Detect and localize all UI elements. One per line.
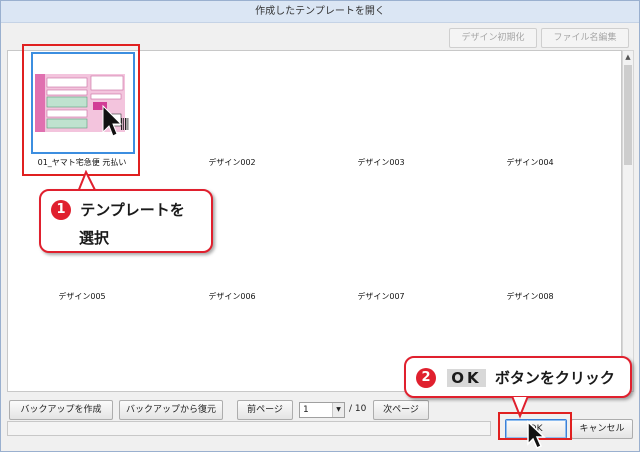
step2-text: ボタンをクリック bbox=[494, 369, 615, 387]
window-title: 作成したテンプレートを開く bbox=[1, 1, 639, 23]
design-init-button[interactable]: デザイン初期化 bbox=[449, 28, 537, 48]
step2-ok-label: OK bbox=[447, 368, 486, 387]
grid-scrollbar[interactable]: ▲ ▼ bbox=[622, 50, 634, 392]
template-label: デザイン002 bbox=[208, 158, 256, 167]
template-label: デザイン008 bbox=[506, 292, 554, 301]
step2-number: 2 bbox=[416, 367, 436, 388]
page-total: / 10 bbox=[349, 404, 367, 414]
file-name-edit-button[interactable]: ファイル名編集 bbox=[541, 28, 629, 48]
step1-line1: テンプレートを bbox=[80, 201, 185, 219]
page-select[interactable]: 1 ▼ bbox=[299, 402, 345, 418]
backup-restore-button[interactable]: バックアップから復元 bbox=[119, 400, 223, 420]
scroll-thumb[interactable] bbox=[624, 65, 632, 165]
next-page-button[interactable]: 次ページ bbox=[373, 400, 429, 420]
step1-callout: 1 テンプレートを 選択 bbox=[39, 189, 213, 253]
scroll-up-icon[interactable]: ▲ bbox=[623, 51, 633, 63]
mouse-pointer-icon bbox=[527, 420, 546, 450]
template-tile-03[interactable]: デザイン003 bbox=[307, 51, 455, 191]
step2-callout: 2 OK ボタンをクリック bbox=[404, 356, 632, 398]
template-label: デザイン005 bbox=[58, 292, 106, 301]
template-tile-04[interactable]: デザイン004 bbox=[456, 51, 604, 191]
page-select-value: 1 bbox=[303, 405, 309, 415]
template-tile-02[interactable]: デザイン002 bbox=[158, 51, 306, 191]
step1-number: 1 bbox=[51, 199, 71, 220]
template-label: デザイン004 bbox=[506, 158, 554, 167]
template-label: デザイン006 bbox=[208, 292, 256, 301]
template-label: デザイン003 bbox=[357, 158, 405, 167]
prev-page-button[interactable]: 前ページ bbox=[237, 400, 293, 420]
template-tile-07[interactable]: デザイン007 bbox=[307, 191, 455, 331]
cancel-button[interactable]: キャンセル bbox=[571, 419, 633, 439]
template-highlight-frame bbox=[22, 44, 140, 176]
template-tile-08[interactable]: デザイン008 bbox=[456, 191, 604, 331]
backup-create-button[interactable]: バックアップを作成 bbox=[9, 400, 113, 420]
status-bar bbox=[7, 421, 491, 436]
step1-line2: 選択 bbox=[79, 229, 110, 247]
template-label: デザイン007 bbox=[357, 292, 405, 301]
chevron-down-icon[interactable]: ▼ bbox=[332, 403, 344, 417]
